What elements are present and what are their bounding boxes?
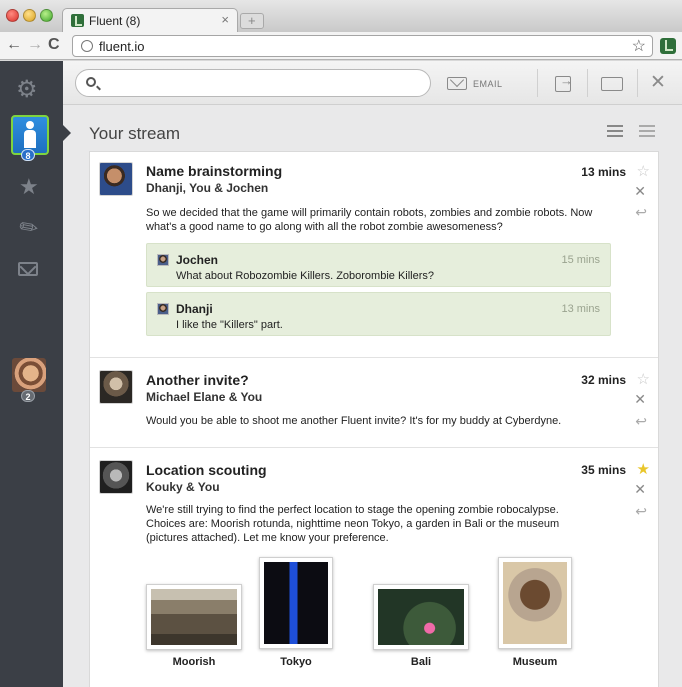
star-icon[interactable]: ☆ xyxy=(637,370,650,388)
minimize-window-button[interactable] xyxy=(23,9,36,22)
attachment-label: Museum xyxy=(512,656,558,668)
reply-icon[interactable]: ↩ xyxy=(635,204,647,221)
message-body: Would you be able to shoot me another Fl… xyxy=(146,415,562,427)
logout-icon[interactable] xyxy=(555,73,573,92)
divider xyxy=(537,69,538,97)
close-icon[interactable]: ✕ xyxy=(650,71,666,94)
search-icon xyxy=(86,77,96,87)
message-title: Another invite? xyxy=(146,372,249,388)
email-label: EMAIL xyxy=(473,79,503,89)
message-body: So we decided that the game will primari… xyxy=(146,207,593,233)
message-participants: Michael Elane & You xyxy=(146,390,263,404)
globe-icon xyxy=(81,40,93,52)
reply-item[interactable]: Dhanji 13 mins I like the "Killers" part… xyxy=(146,292,611,336)
tab-title: Fluent (8) xyxy=(89,14,141,28)
active-pointer-arrow xyxy=(63,125,71,141)
message-title: Name brainstorming xyxy=(146,163,283,179)
reply-text: What about Robozombie Killers. Zoborombi… xyxy=(176,270,435,282)
reply-icon[interactable]: ↩ xyxy=(635,413,647,430)
browser-toolbar: ← → C fluent.io ☆ xyxy=(0,32,682,60)
reply-time: 13 mins xyxy=(561,303,600,315)
folder-icon[interactable] xyxy=(601,77,623,91)
fluent-favicon-icon xyxy=(71,14,84,27)
new-tab-button[interactable] xyxy=(240,13,264,29)
gear-icon[interactable]: ⚙ xyxy=(16,75,38,104)
attachment-image xyxy=(498,557,572,649)
paperclip-icon[interactable]: ✎ xyxy=(14,212,44,244)
message-time: 32 mins xyxy=(581,373,626,387)
attachment-label: Tokyo xyxy=(280,656,312,668)
reply-icon[interactable]: ↩ xyxy=(635,503,647,520)
tab-close-icon[interactable]: × xyxy=(221,12,229,27)
avatar xyxy=(157,303,169,315)
attachment-image xyxy=(146,584,242,650)
reply-time: 15 mins xyxy=(561,254,600,266)
browser-tab[interactable]: Fluent (8) × xyxy=(62,8,238,33)
contact-count-badge: 2 xyxy=(21,390,35,402)
mail-icon[interactable] xyxy=(18,262,38,276)
avatar xyxy=(99,460,133,494)
star-icon[interactable]: ★ xyxy=(637,460,650,478)
message-item[interactable]: Another invite? Michael Elane & You 32 m… xyxy=(90,359,658,448)
message-item[interactable]: Name brainstorming Dhanji, You & Jochen … xyxy=(90,152,658,358)
reply-author: Dhanji xyxy=(176,302,213,316)
person-icon xyxy=(24,121,36,149)
message-participants: Kouky & You xyxy=(146,480,220,494)
reply-item[interactable]: Jochen 15 mins What about Robozombie Kil… xyxy=(146,243,611,287)
bookmark-star-icon[interactable]: ☆ xyxy=(632,36,646,56)
close-icon[interactable]: ✕ xyxy=(634,391,646,408)
list-view-icon[interactable] xyxy=(607,125,623,137)
app-sidebar: ⚙ 8 ★ ✎ 2 xyxy=(0,61,63,687)
email-button[interactable]: EMAIL xyxy=(443,75,503,93)
avatar xyxy=(99,370,133,404)
stream-count-badge: 8 xyxy=(21,149,35,161)
message-stream: Name brainstorming Dhanji, You & Jochen … xyxy=(89,151,659,687)
star-icon[interactable]: ☆ xyxy=(637,162,650,180)
message-title: Location scouting xyxy=(146,462,267,478)
back-arrow-icon[interactable]: ← xyxy=(6,36,22,54)
attachment-image xyxy=(259,557,333,649)
close-icon[interactable]: ✕ xyxy=(634,481,646,498)
message-time: 13 mins xyxy=(581,165,626,179)
reply-author: Jochen xyxy=(176,253,219,267)
avatar xyxy=(99,162,133,196)
envelope-icon xyxy=(447,77,467,90)
close-window-button[interactable] xyxy=(6,9,19,22)
reply-text: I like the "Killers" part. xyxy=(176,319,283,331)
attachment-image xyxy=(373,584,469,650)
close-icon[interactable]: ✕ xyxy=(634,183,646,200)
attachment-label: Bali xyxy=(410,656,432,668)
reload-icon[interactable]: C xyxy=(48,36,60,54)
search-input[interactable] xyxy=(75,69,431,97)
app-search-bar: EMAIL ✕ xyxy=(63,61,682,105)
fluent-extension-icon[interactable] xyxy=(660,38,676,54)
message-participants: Dhanji, You & Jochen xyxy=(146,181,269,195)
forward-arrow-icon[interactable]: → xyxy=(27,36,43,54)
zoom-window-button[interactable] xyxy=(40,9,53,22)
page-title: Your stream xyxy=(89,124,181,143)
contact-avatar[interactable] xyxy=(12,358,46,392)
message-time: 35 mins xyxy=(581,463,626,477)
compact-view-icon[interactable] xyxy=(639,125,655,137)
avatar xyxy=(157,254,169,266)
address-bar[interactable]: fluent.io ☆ xyxy=(72,35,653,57)
divider xyxy=(637,69,638,97)
address-url: fluent.io xyxy=(99,39,145,54)
message-item[interactable]: Location scouting Kouky & You 35 mins ★ … xyxy=(90,449,658,687)
main-panel: EMAIL ✕ Your stream Name brainstorming D… xyxy=(63,61,682,687)
divider xyxy=(587,69,588,97)
star-icon[interactable]: ★ xyxy=(19,174,39,200)
browser-titlebar: Fluent (8) × xyxy=(0,0,682,33)
message-body: We're still trying to find the perfect l… xyxy=(146,504,560,544)
attachment-label: Moorish xyxy=(172,656,216,668)
